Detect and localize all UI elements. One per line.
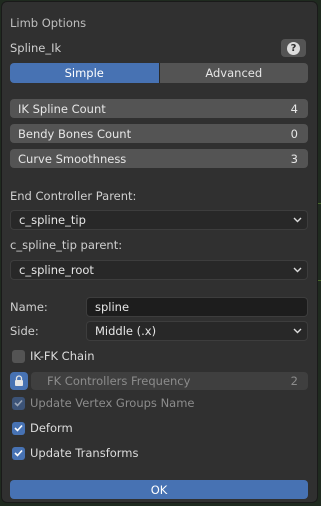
- curve-smoothness-value: 3: [290, 151, 298, 166]
- curve-smoothness-label: Curve Smoothness: [18, 151, 127, 166]
- chevron-down-icon: [292, 215, 302, 225]
- chevron-down-icon: [292, 265, 302, 275]
- side-value: Middle (.x): [95, 324, 157, 338]
- update-vertex-groups-label: Update Vertex Groups Name: [30, 396, 195, 410]
- tab-advanced-label: Advanced: [205, 66, 263, 80]
- ikfk-chain-toggle[interactable]: IK-FK Chain: [12, 349, 95, 363]
- deform-checkbox[interactable]: [12, 421, 25, 435]
- curve-smoothness-field[interactable]: Curve Smoothness 3: [10, 149, 308, 168]
- tab-simple[interactable]: Simple: [10, 63, 159, 83]
- ok-button[interactable]: OK: [10, 480, 308, 499]
- ikfk-chain-label: IK-FK Chain: [30, 349, 95, 363]
- end-controller-parent-value: c_spline_tip: [19, 213, 86, 227]
- deform-toggle[interactable]: Deform: [12, 421, 73, 435]
- ik-spline-count-field[interactable]: IK Spline Count 4: [10, 99, 308, 118]
- fk-frequency-value: 2: [290, 374, 298, 388]
- side-label: Side:: [10, 324, 39, 338]
- update-transforms-label: Update Transforms: [30, 446, 139, 460]
- update-transforms-toggle[interactable]: Update Transforms: [12, 446, 139, 460]
- limb-type-label: Spline_Ik: [10, 41, 62, 55]
- question-circle-icon: ?: [287, 41, 300, 55]
- ikfk-chain-checkbox[interactable]: [12, 349, 25, 363]
- bendy-bones-count-label: Bendy Bones Count: [18, 126, 132, 141]
- name-input[interactable]: spline: [86, 297, 308, 317]
- limb-options-dialog: Limb Options Spline_Ik ? Simple Advanced…: [1, 1, 318, 503]
- ik-spline-count-label: IK Spline Count: [18, 101, 106, 116]
- ik-spline-count-value: 4: [290, 101, 298, 116]
- tip-parent-label: c_spline_tip parent:: [10, 238, 123, 252]
- fk-frequency-label: FK Controllers Frequency: [47, 374, 191, 388]
- name-input-value: spline: [95, 300, 130, 314]
- chevron-down-icon: [292, 326, 302, 336]
- side-dropdown[interactable]: Middle (.x): [86, 321, 308, 341]
- deform-label: Deform: [30, 421, 73, 435]
- end-controller-parent-label: End Controller Parent:: [10, 189, 137, 203]
- end-controller-parent-dropdown[interactable]: c_spline_tip: [10, 210, 308, 230]
- tip-parent-dropdown[interactable]: c_spline_root: [10, 260, 308, 280]
- dialog-title: Limb Options: [10, 16, 87, 30]
- update-vertex-groups-toggle[interactable]: Update Vertex Groups Name: [12, 396, 195, 410]
- tab-advanced[interactable]: Advanced: [158, 63, 308, 83]
- checkmark-icon: [14, 449, 23, 457]
- bendy-bones-count-field[interactable]: Bendy Bones Count 0: [10, 124, 308, 143]
- mode-tabs: Simple Advanced: [10, 63, 308, 83]
- ok-button-label: OK: [150, 482, 168, 497]
- tab-simple-label: Simple: [64, 66, 104, 80]
- name-label: Name:: [10, 300, 48, 314]
- update-vertex-groups-checkbox[interactable]: [12, 396, 25, 410]
- tip-parent-value: c_spline_root: [19, 263, 94, 277]
- help-button[interactable]: ?: [281, 39, 306, 57]
- lock-button[interactable]: [10, 372, 28, 390]
- checkmark-icon: [14, 399, 23, 407]
- checkmark-icon: [14, 424, 23, 432]
- update-transforms-checkbox[interactable]: [12, 446, 25, 460]
- fk-controllers-frequency-field[interactable]: FK Controllers Frequency 2: [31, 372, 308, 390]
- lock-icon: [15, 375, 23, 386]
- bendy-bones-count-value: 0: [290, 126, 298, 141]
